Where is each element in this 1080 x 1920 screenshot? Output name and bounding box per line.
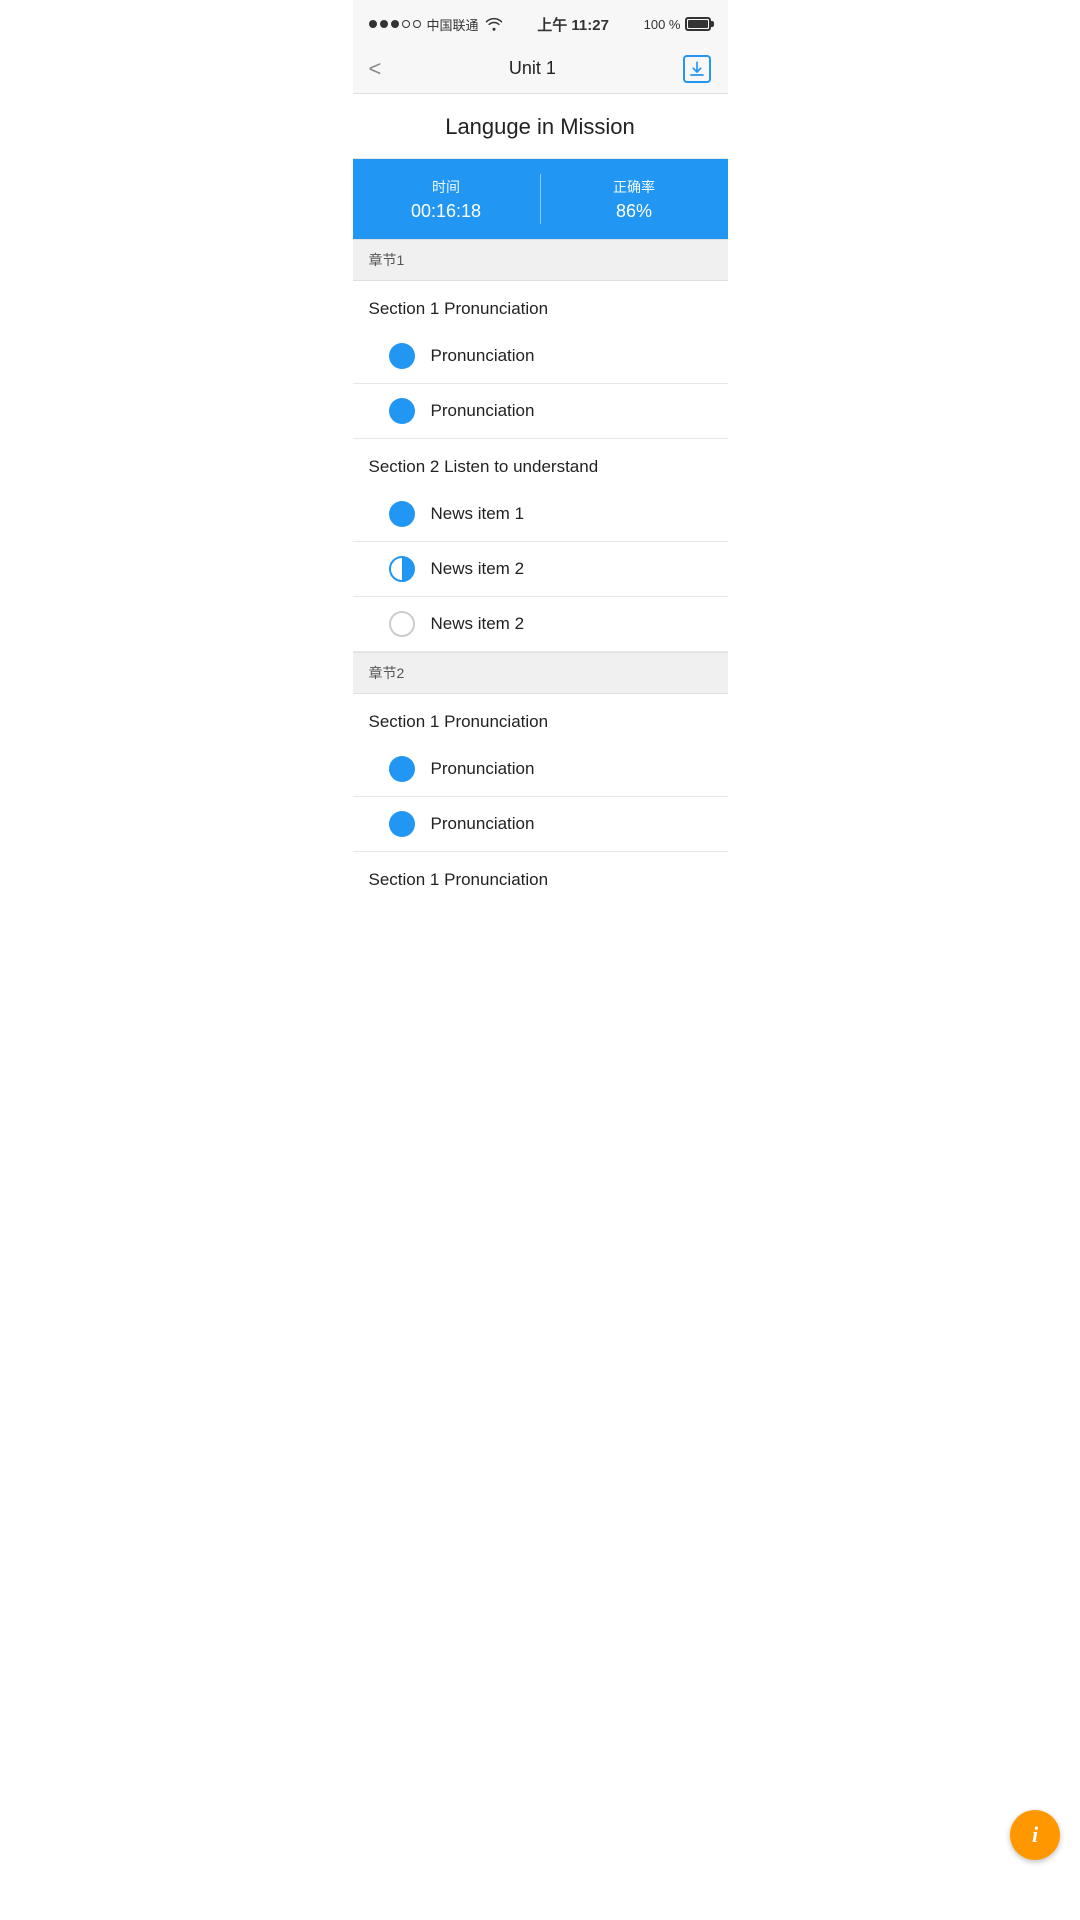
chapter-header-chapter2: 章节2 (353, 652, 728, 694)
battery-percent: 100 % (644, 17, 681, 32)
list-item-s2i2[interactable]: News item 2 (353, 542, 728, 597)
battery-fill (688, 20, 708, 28)
wifi-icon (485, 17, 503, 31)
nav-title: Unit 1 (509, 58, 556, 79)
item-icon-s2i3 (389, 611, 415, 637)
item-icon-s1i1 (389, 343, 415, 369)
item-label-s2i2: News item 2 (431, 559, 525, 579)
item-label-s3i1: Pronunciation (431, 759, 535, 779)
list-item-s3i2[interactable]: Pronunciation (353, 797, 728, 852)
signal-dot-3 (391, 20, 399, 28)
stats-time-value: 00:16:18 (411, 201, 481, 222)
carrier-label: 中国联通 (427, 15, 479, 34)
signal-dots (369, 20, 421, 28)
stats-accuracy-label: 正确率 (613, 177, 655, 197)
stats-time: 时间 00:16:18 (353, 177, 540, 222)
item-label-s2i1: News item 1 (431, 504, 525, 524)
signal-dot-2 (380, 20, 388, 28)
battery-icon (685, 17, 711, 31)
chapter-header-chapter1: 章节1 (353, 239, 728, 281)
section-title-s4: Section 1 Pronunciation (353, 852, 728, 900)
section-title-s1: Section 1 Pronunciation (353, 281, 728, 329)
nav-bar: < Unit 1 (353, 44, 728, 94)
info-icon: i (1032, 1822, 1038, 1848)
status-right: 100 % (644, 17, 712, 32)
content: 章节1Section 1 PronunciationPronunciationP… (353, 239, 728, 900)
signal-dot-1 (369, 20, 377, 28)
back-button[interactable]: < (369, 56, 382, 82)
download-icon (688, 60, 706, 78)
stats-time-label: 时间 (432, 177, 460, 197)
list-item-s3i1[interactable]: Pronunciation (353, 742, 728, 797)
status-bar: 中国联通 上午 11:27 100 % (353, 0, 728, 44)
item-icon-s1i2 (389, 398, 415, 424)
info-button[interactable]: i (1010, 1810, 1060, 1860)
list-item-s1i2[interactable]: Pronunciation (353, 384, 728, 439)
item-label-s3i2: Pronunciation (431, 814, 535, 834)
list-item-s2i3[interactable]: News item 2 (353, 597, 728, 652)
stats-banner: 时间 00:16:18 正确率 86% (353, 159, 728, 239)
item-label-s1i2: Pronunciation (431, 401, 535, 421)
list-item-s2i1[interactable]: News item 1 (353, 487, 728, 542)
stats-accuracy-value: 86% (616, 201, 652, 222)
section-title-s3: Section 1 Pronunciation (353, 694, 728, 742)
signal-dot-4 (402, 20, 410, 28)
section-title-s2: Section 2 Listen to understand (353, 439, 728, 487)
item-icon-s2i2 (389, 556, 415, 582)
item-icon-s3i2 (389, 811, 415, 837)
item-label-s2i3: News item 2 (431, 614, 525, 634)
page-title: Languge in Mission (353, 94, 728, 159)
item-icon-s3i1 (389, 756, 415, 782)
item-icon-s2i1 (389, 501, 415, 527)
status-left: 中国联通 (369, 15, 503, 34)
status-time: 上午 11:27 (537, 14, 609, 35)
stats-accuracy: 正确率 86% (541, 177, 728, 222)
download-button[interactable] (683, 55, 711, 83)
list-item-s1i1[interactable]: Pronunciation (353, 329, 728, 384)
signal-dot-5 (413, 20, 421, 28)
item-label-s1i1: Pronunciation (431, 346, 535, 366)
